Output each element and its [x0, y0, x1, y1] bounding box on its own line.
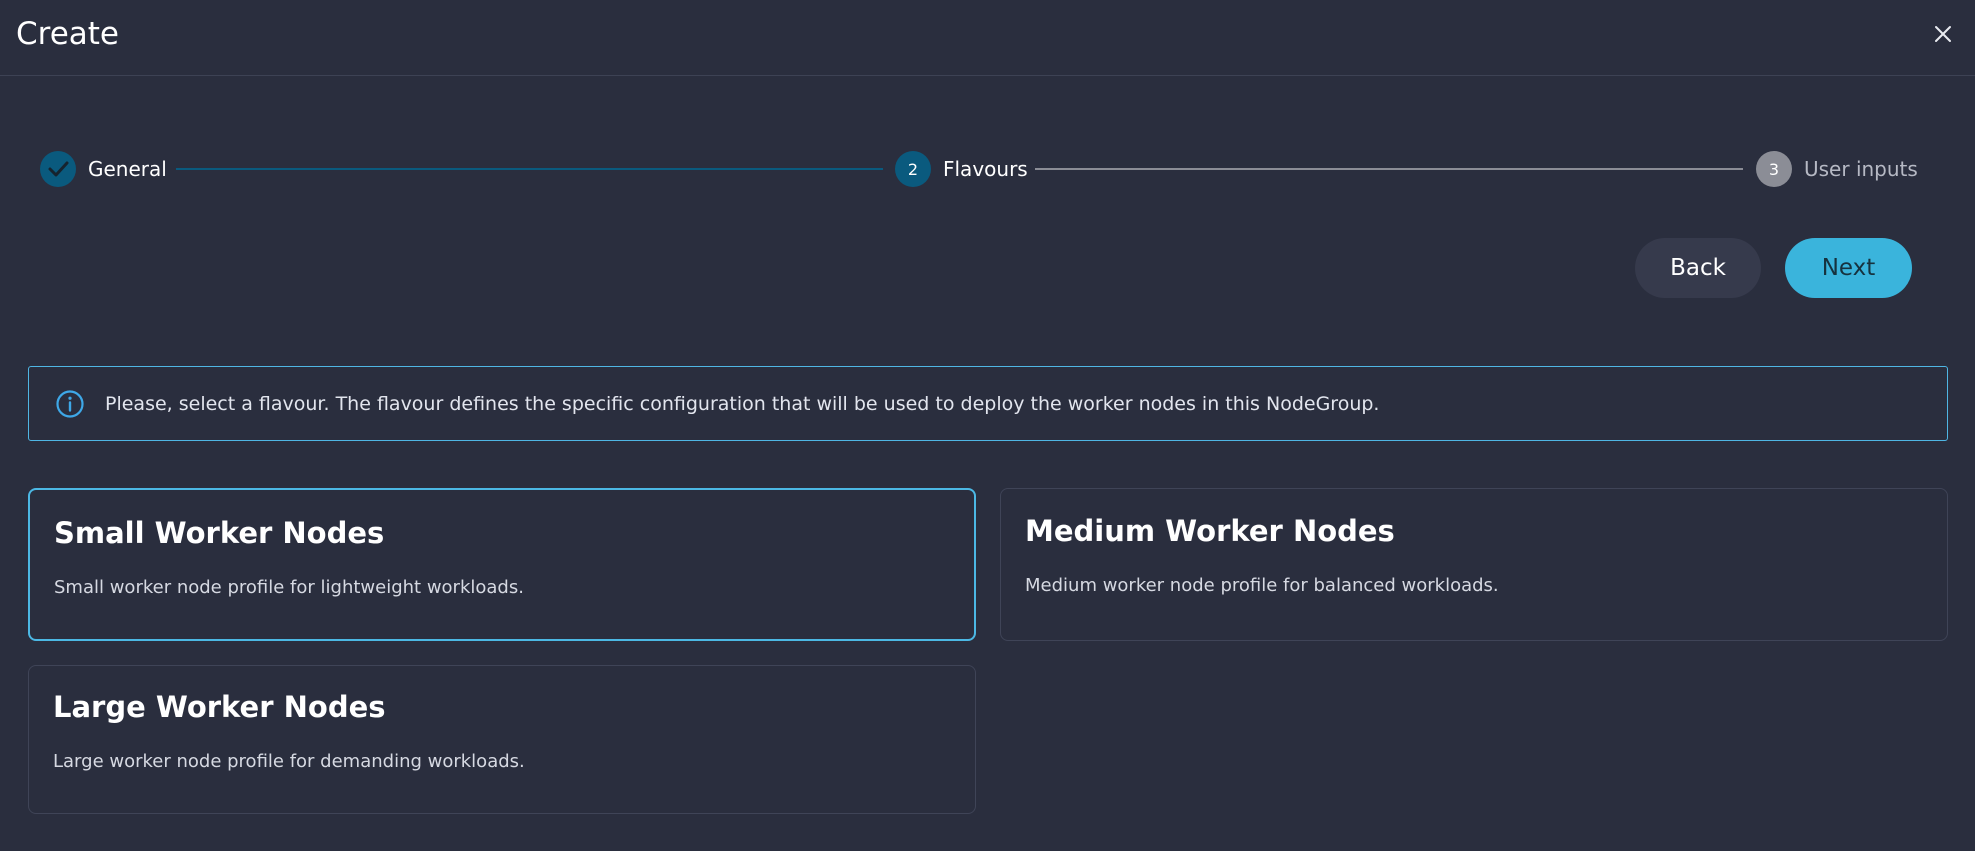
close-button[interactable]: [1931, 22, 1955, 46]
next-button[interactable]: Next: [1785, 238, 1912, 298]
dialog-title: Create: [16, 16, 120, 52]
flavour-card-small[interactable]: Small Worker Nodes Small worker node pro…: [28, 488, 976, 641]
step-user-inputs-label: User inputs: [1804, 157, 1918, 181]
step-general-indicator: [40, 151, 76, 187]
flavour-card-description: Medium worker node profile for balanced …: [1025, 575, 1499, 596]
create-dialog: Create General 2 Flavours 3 User inputs: [0, 0, 1975, 851]
step-flavours-number: 2: [907, 159, 919, 179]
dialog-header: Create: [0, 0, 1975, 76]
close-icon: [1935, 26, 1951, 42]
step-flavours-indicator: 2: [895, 151, 931, 187]
flavour-card-title: Large Worker Nodes: [53, 690, 386, 724]
stepper: General 2 Flavours 3 User inputs: [0, 140, 1975, 198]
info-icon: [56, 390, 84, 418]
info-message: Please, select a flavour. The flavour de…: [105, 393, 1380, 415]
step-connector-1: [176, 168, 883, 170]
flavour-card-title: Small Worker Nodes: [54, 516, 385, 550]
flavour-card-large[interactable]: Large Worker Nodes Large worker node pro…: [28, 665, 976, 814]
back-button[interactable]: Back: [1635, 238, 1761, 298]
flavour-card-description: Large worker node profile for demanding …: [53, 751, 525, 772]
info-banner: Please, select a flavour. The flavour de…: [28, 366, 1948, 441]
step-user-inputs-number: 3: [1768, 159, 1780, 179]
step-connector-2: [1035, 168, 1743, 170]
step-general-label: General: [88, 157, 167, 181]
flavour-card-description: Small worker node profile for lightweigh…: [54, 577, 524, 598]
flavour-card-medium[interactable]: Medium Worker Nodes Medium worker node p…: [1000, 488, 1948, 641]
step-user-inputs-indicator: 3: [1756, 151, 1792, 187]
flavour-card-title: Medium Worker Nodes: [1025, 514, 1395, 548]
step-flavours-label: Flavours: [943, 157, 1028, 181]
check-icon: [48, 161, 69, 177]
